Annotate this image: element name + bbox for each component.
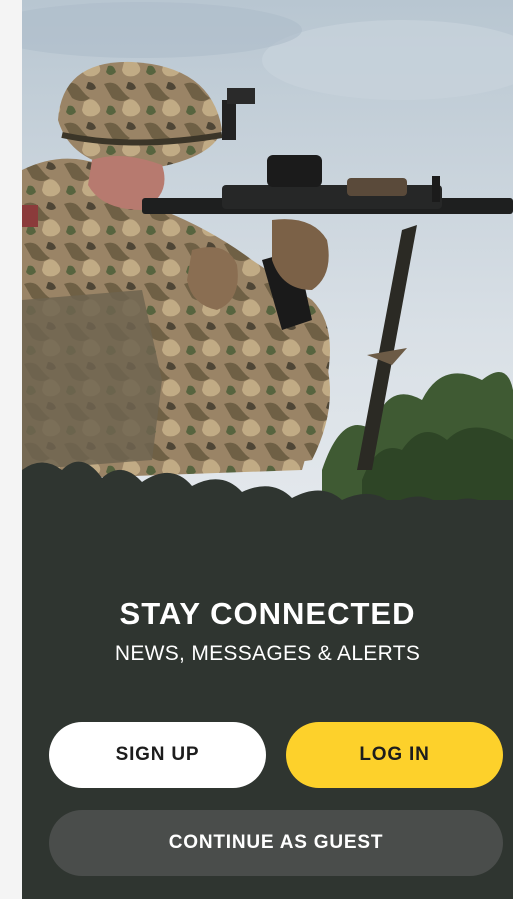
continue-as-guest-button[interactable]: CONTINUE AS GUEST	[49, 810, 503, 876]
soldier-photo-illustration	[22, 0, 513, 560]
hero-image	[22, 0, 513, 560]
headline: STAY CONNECTED	[119, 596, 416, 631]
log-in-button[interactable]: LOG IN	[286, 722, 503, 788]
sign-up-button[interactable]: SIGN UP	[49, 722, 266, 788]
welcome-screen: STAY CONNECTED NEWS, MESSAGES & ALERTS S…	[22, 0, 513, 899]
subheadline: NEWS, MESSAGES & ALERTS	[114, 642, 421, 665]
